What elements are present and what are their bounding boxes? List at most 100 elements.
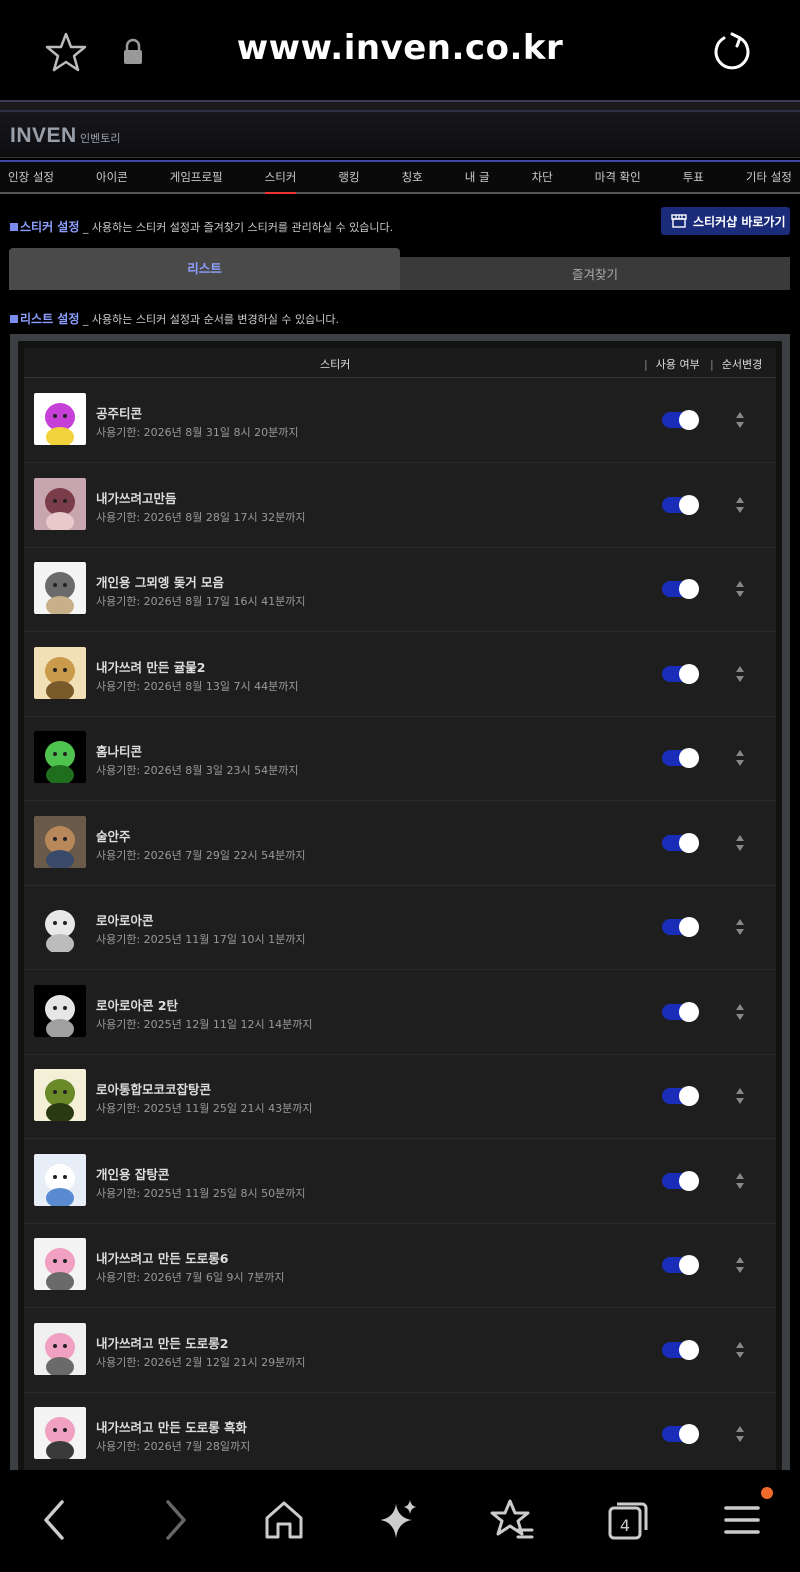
reload-icon[interactable] (710, 30, 754, 74)
inven-logo[interactable]: INVEN (10, 124, 77, 148)
browser-top-bar: www.inven.co.kr (0, 0, 800, 100)
nav-item[interactable]: 투표 (683, 169, 704, 185)
sort-handle-icon[interactable] (735, 1425, 745, 1443)
sticker-expiry: 사용기한: 2026년 8월 3일 23시 54분까지 (96, 764, 299, 777)
sticker-name: 내가쓰려고 만든 도로롱6 (96, 1251, 229, 1266)
table-row: 로아로아콘 2탄 사용기한: 2025년 12월 11일 12시 14분까지 (24, 971, 776, 1055)
sparkle-icon[interactable] (374, 1496, 422, 1544)
tabs-icon[interactable]: 4 (604, 1496, 652, 1544)
nav-item-active[interactable]: 스티커 (264, 169, 296, 194)
header-divider (0, 110, 800, 112)
table-row: 술안주 사용기한: 2026년 7월 29일 22시 54분까지 (24, 802, 776, 886)
sort-handle-icon[interactable] (735, 580, 745, 598)
store-icon (671, 214, 687, 228)
toggle-knob (679, 579, 699, 599)
use-toggle[interactable] (662, 1339, 699, 1360)
sticker-settings-heading: 스티커 설정 _ 사용하는 스티커 설정과 즐겨찾기 스티커를 관리하실 수 있… (10, 218, 393, 235)
nav-item[interactable]: 마격 확인 (595, 169, 641, 185)
table-row: 홈나티콘사용기한: 2026년 8월 3일 23시 54분까지 (24, 717, 776, 801)
use-toggle[interactable] (662, 1255, 699, 1275)
settings-nav: 인장 설정 아이콘 게임프로필 스티커 랭킹 칭호 내 글 차단 마격 확인 투… (0, 160, 800, 194)
sticker-shop-button[interactable]: 스티커샵 바로가기 (661, 207, 790, 235)
menu-icon[interactable] (718, 1496, 766, 1544)
sticker-expiry: 사용기한: 2025년 11월 17일 10시 1분까지 (96, 933, 306, 946)
sticker-thumbnail (34, 646, 86, 699)
use-toggle[interactable] (662, 1170, 699, 1191)
nav-item[interactable]: 내 글 (465, 169, 490, 185)
use-toggle[interactable] (662, 748, 699, 768)
sort-handle-icon[interactable] (735, 496, 745, 514)
sticker-expiry: 사용기한: 2025년 11월 25일 8시 50분까지 (96, 1186, 306, 1200)
address-bar-url[interactable]: www.inven.co.kr (0, 28, 800, 68)
sort-handle-icon[interactable] (735, 1341, 745, 1359)
sort-handle-icon[interactable] (735, 665, 745, 683)
sort-handle-icon[interactable] (735, 411, 745, 429)
bookmarks-icon[interactable] (488, 1496, 536, 1544)
site-header: INVEN 인벤토리 (0, 100, 800, 158)
table-row: 내가쓰려 만든 귤뭁2 사용기한: 2026년 8월 13일 7시 44분까지 (24, 633, 776, 717)
nav-item[interactable]: 아이콘 (96, 169, 128, 185)
use-toggle[interactable] (662, 1424, 699, 1444)
nav-item[interactable]: 랭킹 (338, 169, 359, 185)
toggle-knob (679, 1001, 699, 1022)
sticker-name: 홈나티콘 (96, 744, 143, 759)
toggle-knob (679, 1170, 699, 1191)
toggle-knob (679, 748, 699, 768)
nav-item[interactable]: 기타 설정 (746, 169, 792, 185)
logo-subtitle: 인벤토리 (80, 132, 121, 145)
sticker-expiry: 사용기한: 2026년 7월 28일까지 (96, 1440, 251, 1453)
use-toggle[interactable] (662, 494, 699, 515)
sort-handle-icon[interactable] (735, 1172, 745, 1190)
back-icon[interactable] (32, 1496, 80, 1544)
sort-handle-icon[interactable] (735, 834, 745, 852)
toggle-knob (679, 1086, 699, 1106)
use-toggle[interactable] (662, 1001, 699, 1022)
table-row: 내가쓰려고 만든 도로롱 흑화사용기한: 2026년 7월 28일까지 (24, 1393, 776, 1477)
sticker-name: 개인용 그뫼엥 돚거 모음 (96, 575, 225, 590)
sticker-thumbnail (34, 393, 86, 445)
sort-handle-icon[interactable] (735, 749, 745, 767)
sticker-thumbnail (34, 477, 86, 530)
nav-item[interactable]: 차단 (532, 169, 553, 185)
sort-handle-icon[interactable] (735, 1256, 745, 1274)
use-toggle[interactable] (662, 579, 699, 599)
sticker-name: 로아통합모코코잡탕콘 (96, 1082, 212, 1097)
tab-list[interactable]: 리스트 (9, 248, 400, 290)
toggle-knob (679, 1339, 699, 1360)
header-sticker: 스티커 (320, 358, 351, 371)
sticker-name: 술안주 (96, 828, 131, 844)
bullet-icon (10, 223, 18, 231)
use-toggle[interactable] (662, 663, 699, 684)
home-icon[interactable] (260, 1496, 308, 1544)
table-row: 개인용 잡탕콘 사용기한: 2025년 11월 25일 8시 50분까지 (24, 1140, 776, 1224)
browser-bottom-bar: 4 (0, 1470, 800, 1572)
use-toggle[interactable] (662, 917, 699, 937)
table-row: 로아통합모코코잡탕콘 사용기한: 2025년 11월 25일 21시 43분까지 (24, 1055, 776, 1139)
section-title: 스티커 설정 (20, 220, 80, 234)
forward-icon[interactable] (150, 1496, 198, 1544)
nav-item[interactable]: 게임프로필 (170, 169, 223, 185)
sort-handle-icon[interactable] (735, 1087, 745, 1105)
bullet-icon (10, 315, 18, 323)
sticker-name: 내가쓰려고 만든 도로롱 흑화 (96, 1420, 248, 1435)
header-use: | 사용 여부 (644, 358, 700, 371)
tab-favorites[interactable]: 즐겨찾기 (400, 257, 790, 290)
sticker-panel: 스티커 | 사용 여부 | 순서변경 공주티콘 사용기한: 2026년 8월 31일 … (10, 334, 790, 1488)
section-description: _ 사용하는 스티커 설정과 즐겨찾기 스티커를 관리하실 수 있습니다. (82, 221, 394, 234)
use-toggle[interactable] (662, 832, 699, 853)
use-toggle[interactable] (662, 1086, 699, 1106)
sticker-expiry: 사용기한: 2026년 8월 28일 17시 32분까지 (96, 510, 306, 524)
sticker-thumbnail (34, 731, 86, 783)
nav-item[interactable]: 인장 설정 (8, 169, 54, 185)
sort-handle-icon[interactable] (735, 918, 745, 936)
section-description: _ 사용하는 스티커 설정과 순서를 변경하실 수 있습니다. (82, 313, 340, 326)
sort-handle-icon[interactable] (735, 1003, 745, 1021)
section-title: 리스트 설정 (20, 312, 80, 326)
toggle-knob (679, 917, 699, 937)
header-order: | 순서변경 (710, 358, 763, 371)
table-row: 내가쓰려고 만든 도로롱6 사용기한: 2026년 7월 6일 9시 7분까지 (24, 1224, 776, 1308)
sticker-expiry: 사용기한: 2026년 2월 12일 21시 29분까지 (96, 1355, 306, 1369)
use-toggle[interactable] (662, 410, 699, 430)
nav-item[interactable]: 칭호 (402, 169, 423, 185)
table-row: 공주티콘 사용기한: 2026년 8월 31일 8시 20분까지 (24, 379, 776, 463)
